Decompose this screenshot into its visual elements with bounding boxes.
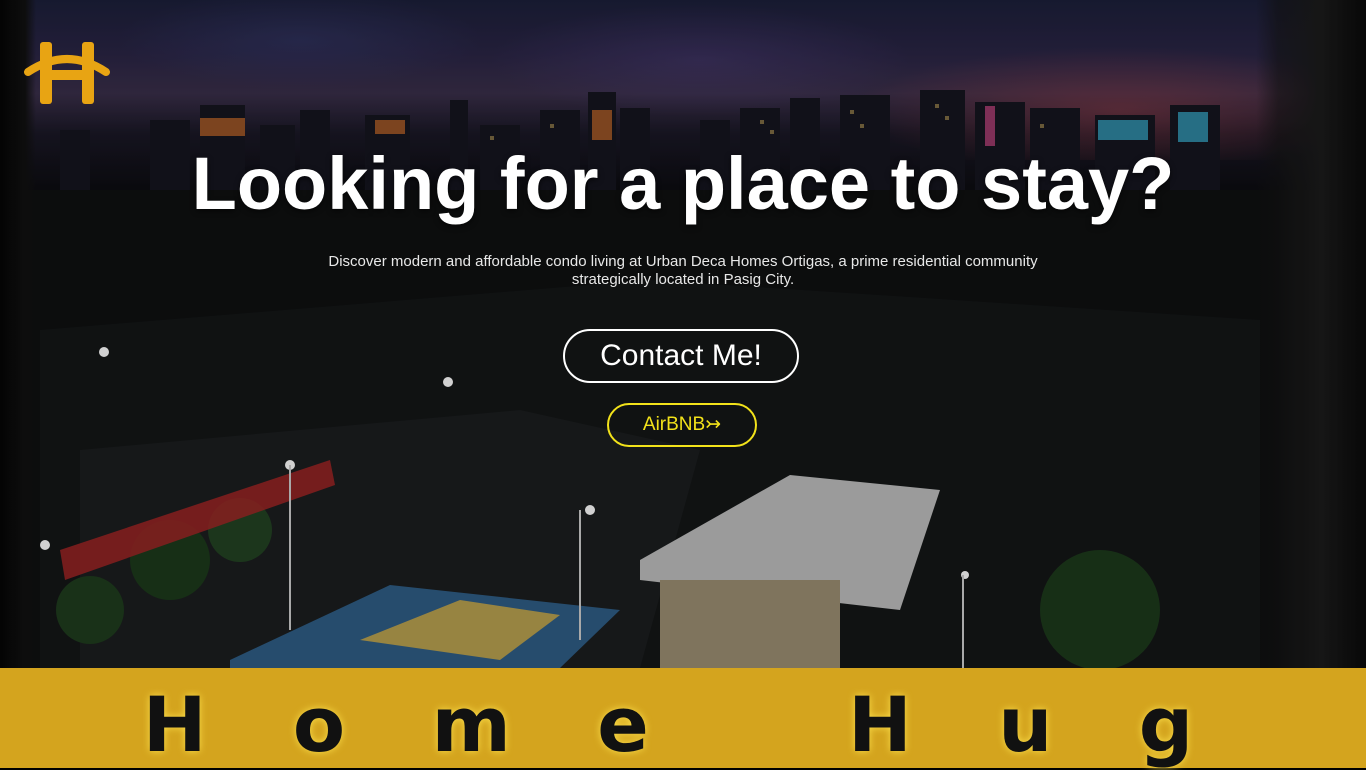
airbnb-button[interactable]: AirBNB↣ [607,403,757,447]
contact-me-button[interactable]: Contact Me! [563,329,799,383]
hero-description: Discover modern and affordable condo liv… [328,253,1038,288]
page-title: Looking for a place to stay? [191,142,1175,225]
home-hug-logo-icon[interactable] [24,34,110,108]
brand-name: H o m e H u g [142,680,1224,769]
